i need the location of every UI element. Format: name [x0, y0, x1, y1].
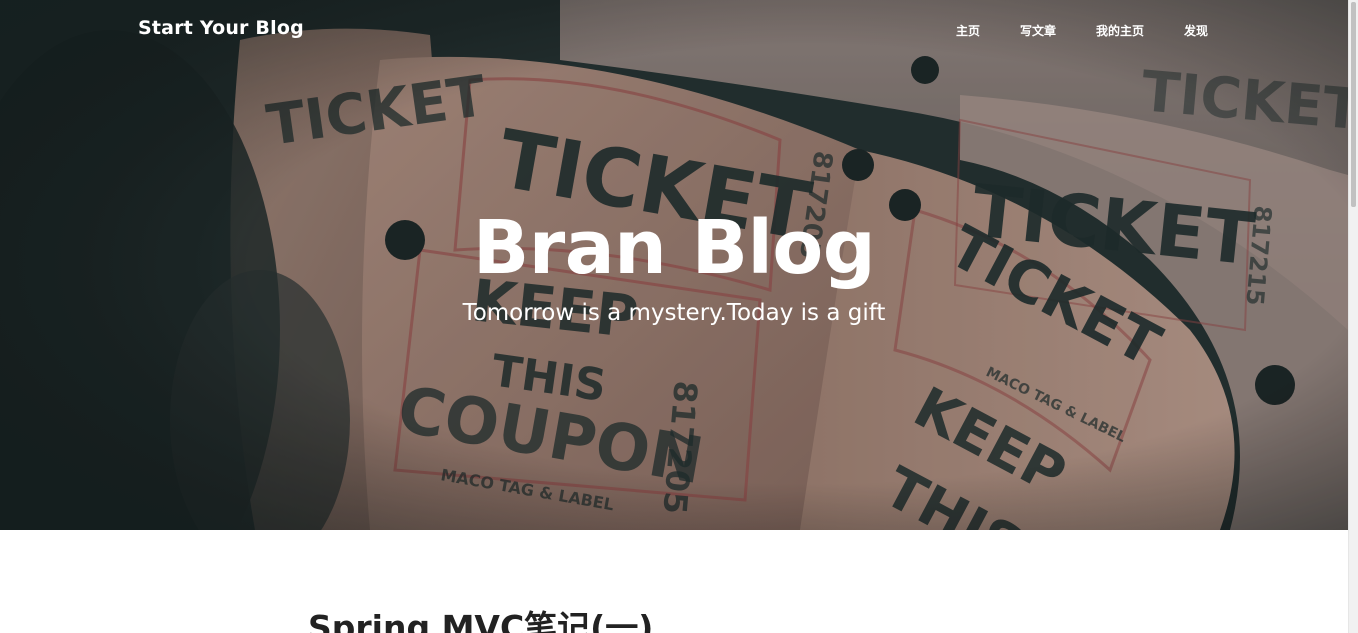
- vertical-scrollbar[interactable]: [1348, 0, 1358, 633]
- post-title-link[interactable]: Spring MVC笔记(一): [308, 608, 653, 633]
- top-navbar: Start Your Blog 主页 写文章 我的主页 发现: [0, 0, 1348, 62]
- hero-header: TICKET TICKET KEEP THIS COUPON TICKET TI…: [0, 0, 1348, 530]
- nav-link-my-page[interactable]: 我的主页: [1096, 22, 1144, 39]
- nav-link-home[interactable]: 主页: [956, 22, 980, 39]
- nav-link-discover[interactable]: 发现: [1184, 22, 1208, 39]
- nav-link-write-post[interactable]: 写文章: [1020, 22, 1056, 39]
- site-title: Bran Blog: [472, 205, 876, 291]
- site-subtitle: Tomorrow is a mystery.Today is a gift: [462, 300, 886, 326]
- hero-heading: Bran Blog Tomorrow is a mystery.Today is…: [0, 200, 1348, 328]
- scrollbar-thumb[interactable]: [1351, 2, 1356, 207]
- page: TICKET TICKET KEEP THIS COUPON TICKET TI…: [0, 0, 1358, 633]
- brand-link[interactable]: Start Your Blog: [138, 17, 304, 39]
- post-list: Spring MVC笔记(一): [0, 530, 1348, 633]
- nav-links: 主页 写文章 我的主页 发现: [916, 22, 1208, 39]
